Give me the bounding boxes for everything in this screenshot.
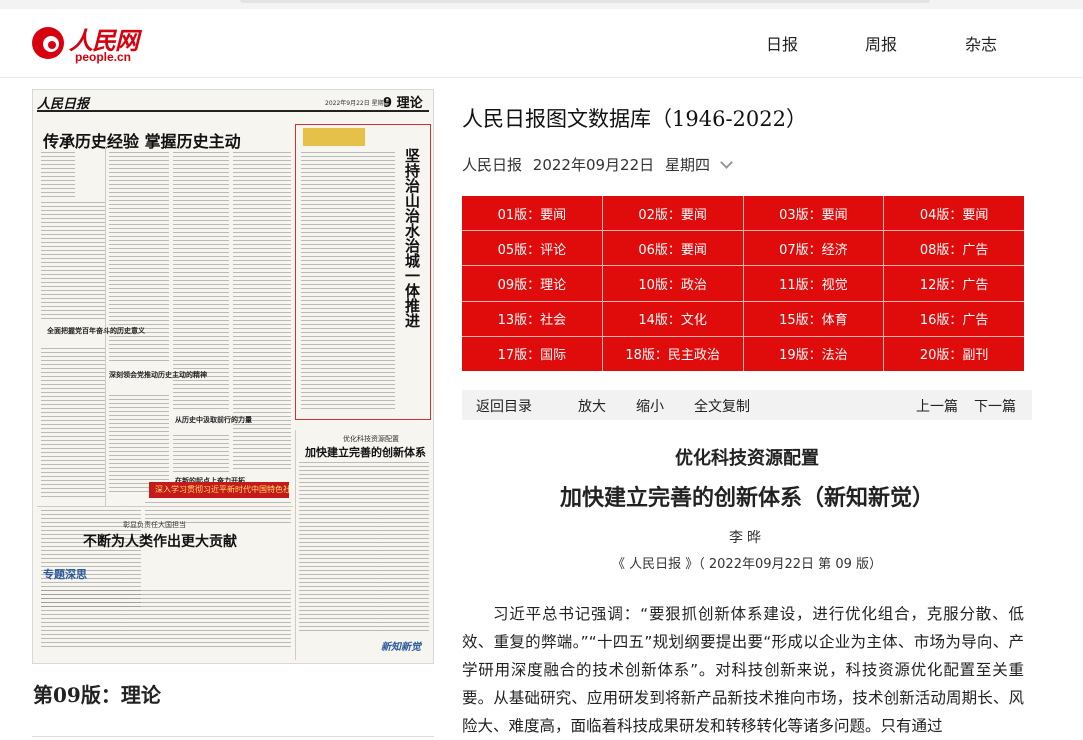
- paper-side-head: 全面把握党百年奋斗的历史意义: [47, 327, 145, 335]
- paper-text-block: [41, 202, 105, 320]
- nav-weekly[interactable]: 周报: [865, 31, 897, 55]
- zoom-in-button[interactable]: 放大: [578, 396, 606, 416]
- edition-link[interactable]: 20版：副刊: [884, 336, 1024, 371]
- dateline-weekday: 星期四: [664, 156, 710, 174]
- article-body: 习近平总书记强调：“要狠抓创新体系建设，进行优化组合，克服分散、低效、重复的弊端…: [462, 605, 1024, 735]
- divider: [32, 736, 434, 737]
- edition-link[interactable]: 12版：广告: [884, 266, 1024, 301]
- edition-link[interactable]: 04版：要闻: [884, 196, 1024, 231]
- back-to-index-button[interactable]: 返回目录: [476, 396, 532, 416]
- zoom-out-button[interactable]: 缩小: [636, 396, 664, 416]
- scrollbar-track: [240, 0, 930, 3]
- paper-text-block: [301, 152, 395, 410]
- dateline-paper: 人民日报: [462, 156, 523, 174]
- paper-right-kicker: 优化科技资源配置: [343, 435, 399, 443]
- page-label: 第09版：理论: [33, 683, 161, 707]
- site-logo[interactable]: 人民网 people.cn: [30, 21, 170, 67]
- site-header: 人民网 people.cn 日报 周报 杂志: [0, 9, 1083, 78]
- paper-text-block: [41, 348, 105, 498]
- edition-link[interactable]: 05版：评论: [462, 231, 602, 266]
- article-headline: 加快建立完善的创新体系（新知新觉）: [559, 486, 934, 511]
- paper-brand-xinzhi: 新知新觉: [381, 642, 421, 653]
- paper-date: 2022年9月22日 星期四: [325, 100, 390, 107]
- article-source: 《 人民日报 》（ 2022年09月22日 第 09 版）: [611, 557, 882, 572]
- edition-link[interactable]: 18版：民主政治: [602, 336, 743, 371]
- nav-magazine[interactable]: 杂志: [965, 31, 997, 55]
- edition-link[interactable]: 10版：政治: [602, 266, 743, 301]
- paper-brand-zhuanti: 专题深思: [43, 568, 87, 581]
- edition-link[interactable]: 07版：经济: [743, 231, 884, 266]
- browser-top-strip: [0, 0, 1083, 9]
- edition-link[interactable]: 02版：要闻: [602, 196, 743, 231]
- paper-vertical-title: 坚持治山治水治城一体推进: [403, 148, 421, 328]
- edition-link[interactable]: 17版：国际: [462, 336, 602, 371]
- paper-headline-main[interactable]: 传承历史经验 掌握历史主动: [43, 128, 241, 152]
- paper-bottom-kicker: 彰显负责任大国担当: [123, 521, 186, 529]
- article-kicker: 优化科技资源配置: [675, 448, 819, 469]
- edition-grid: 01版：要闻 02版：要闻 03版：要闻 04版：要闻 05版：评论 06版：要闻 07版：…: [462, 196, 1024, 371]
- chevron-down-icon[interactable]: [720, 156, 733, 169]
- prev-article-button[interactable]: 上一篇: [916, 396, 958, 416]
- date-selector[interactable]: 人民日报 2022年09月22日 星期四: [462, 154, 733, 175]
- paper-headline-bottom[interactable]: 不断为人类作出更大贡献: [83, 531, 237, 551]
- edition-link[interactable]: 13版：社会: [462, 301, 602, 336]
- paper-text-block: [41, 152, 75, 198]
- paper-red-banner: 深入学习贯彻习近平新时代中国特色社会主义思想: [149, 482, 289, 498]
- paper-column-rule: [295, 430, 296, 660]
- logo-text-en: people.cn: [75, 50, 132, 64]
- nav-daily[interactable]: 日报: [766, 31, 798, 55]
- database-title: 人民日报图文数据库（1946-2022）: [462, 107, 807, 131]
- paper-text-block: [109, 395, 169, 495]
- edition-link[interactable]: 14版：文化: [602, 301, 743, 336]
- edition-link[interactable]: 08版：广告: [884, 231, 1024, 266]
- copy-full-text-button[interactable]: 全文复制: [694, 396, 750, 416]
- paper-side-head: 从历史中汲取前行的力量: [175, 416, 252, 424]
- edition-link[interactable]: 03版：要闻: [743, 196, 884, 231]
- paper-text-block: [41, 590, 291, 650]
- paper-section-rule: [37, 506, 293, 507]
- paper-side-head: 深刻领会党推动历史主动的精神: [109, 371, 207, 379]
- paper-headline-right[interactable]: 加快建立完善的创新体系: [305, 444, 426, 460]
- newspaper-page-image[interactable]: 人民日报 2022年9月22日 星期四 9 理论 传承历史经验 掌握历史主动 坚…: [32, 89, 434, 664]
- paper-text-block: [173, 435, 229, 475]
- edition-link[interactable]: 06版：要闻: [602, 231, 743, 266]
- edition-link[interactable]: 11版：视觉: [743, 266, 884, 301]
- edition-link[interactable]: 09版：理论: [462, 266, 602, 301]
- paper-top-rule: [37, 110, 429, 112]
- edition-link[interactable]: 19版：法治: [743, 336, 884, 371]
- paper-feature-tag: [303, 128, 365, 146]
- edition-link[interactable]: 01版：要闻: [462, 196, 602, 231]
- edition-link[interactable]: 15版：体育: [743, 301, 884, 336]
- dateline-date: 2022年09月22日: [532, 156, 655, 174]
- people-logo-icon: [32, 27, 64, 59]
- paper-text-block: [299, 462, 429, 632]
- paper-page-number: 9 理论: [383, 96, 423, 111]
- article-toolbar: 返回目录 放大 缩小 全文复制 上一篇 下一篇: [462, 390, 1032, 420]
- edition-link[interactable]: 16版：广告: [884, 301, 1024, 336]
- article-author: 李晔: [729, 530, 765, 546]
- next-article-button[interactable]: 下一篇: [974, 396, 1016, 416]
